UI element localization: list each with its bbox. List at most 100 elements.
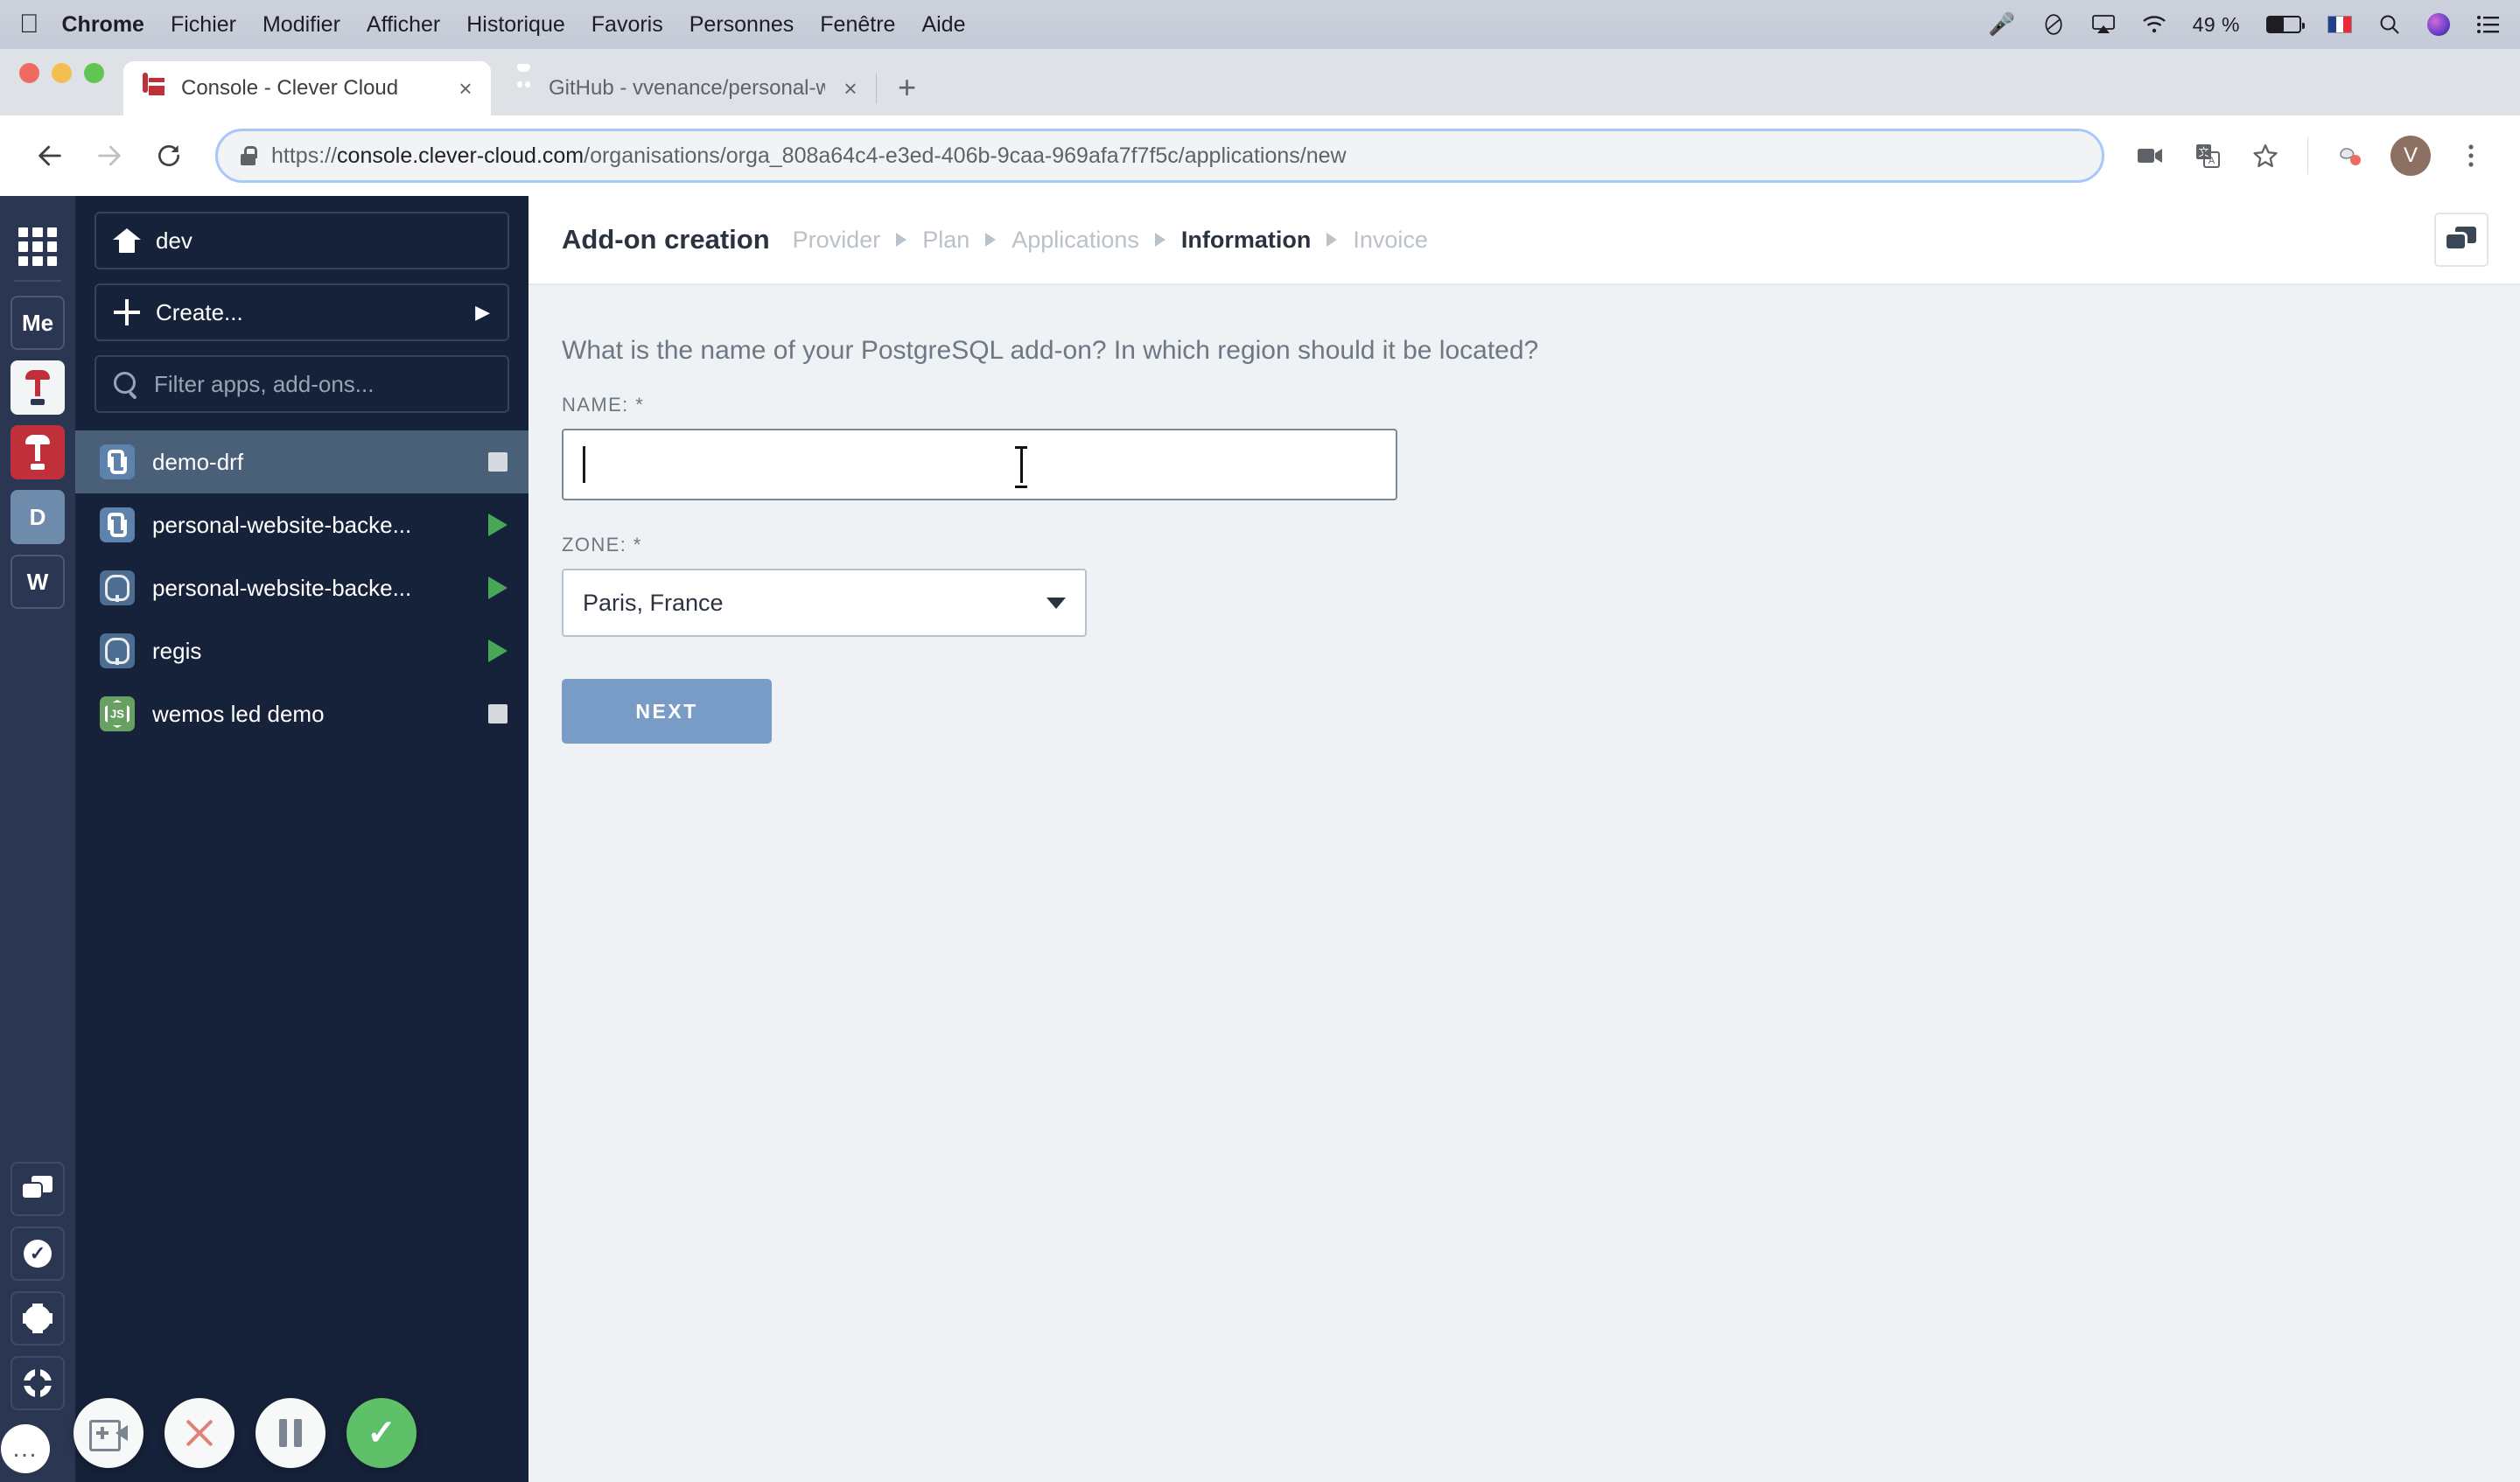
- tab-close-icon[interactable]: ×: [452, 75, 479, 102]
- battery-icon[interactable]: [2266, 16, 2305, 33]
- control-center-icon[interactable]: [2476, 15, 2501, 34]
- app-name: demo-drf: [152, 448, 244, 475]
- list-item[interactable]: personal-website-backe...: [75, 556, 528, 619]
- name-input[interactable]: [562, 429, 1397, 500]
- window-close-button[interactable]: [19, 62, 39, 83]
- cancel-recording-button[interactable]: [164, 1398, 234, 1468]
- forward-arrow-icon[interactable]: [82, 129, 136, 183]
- tab-strip: Console - Clever Cloud × GitHub - vvenan…: [0, 49, 2520, 115]
- apple-logo-icon[interactable]: : [19, 11, 39, 38]
- gear-icon: [24, 1305, 51, 1332]
- pause-icon: [279, 1419, 302, 1447]
- translate-icon[interactable]: 文A: [2181, 129, 2234, 182]
- next-button[interactable]: NEXT: [562, 679, 772, 744]
- checkmark-icon: ✓: [367, 1414, 396, 1452]
- screen-recorder-toolbar: ✓: [74, 1398, 416, 1468]
- postgresql-addon-icon: [100, 633, 135, 668]
- menu-item-favoris[interactable]: Favoris: [592, 12, 663, 38]
- more-options-fab[interactable]: …: [1, 1424, 50, 1473]
- airplay-icon[interactable]: [2091, 14, 2116, 35]
- address-bar[interactable]: https://console.clever-cloud.com/organis…: [215, 129, 2104, 183]
- menu-item-fenetre[interactable]: Fenêtre: [820, 12, 895, 38]
- org-home-button[interactable]: dev: [94, 212, 509, 269]
- profile-avatar[interactable]: V: [2390, 136, 2431, 176]
- rail-button-status[interactable]: ✓: [10, 1227, 65, 1281]
- close-x-icon: [184, 1417, 215, 1449]
- breadcrumb-step-applications[interactable]: Applications: [1012, 227, 1139, 254]
- tab-title: GitHub - vvenance/personal-w: [549, 76, 825, 100]
- application-list: demo-drf personal-website-backe... perso…: [75, 430, 528, 745]
- breadcrumb: Provider Plan Applications Information I…: [793, 227, 1428, 254]
- menu-item-historique[interactable]: Historique: [466, 12, 565, 38]
- svg-text:A: A: [2208, 156, 2216, 166]
- new-tab-button[interactable]: +: [877, 72, 937, 115]
- rail-button-settings[interactable]: [10, 1291, 65, 1346]
- microphone-icon[interactable]: 🎤: [1988, 12, 2015, 38]
- breadcrumb-step-information[interactable]: Information: [1181, 227, 1312, 254]
- finish-recording-button[interactable]: ✓: [346, 1398, 416, 1468]
- breadcrumb-separator-icon: [1154, 233, 1166, 247]
- menu-item-fichier[interactable]: Fichier: [171, 12, 236, 38]
- do-not-disturb-icon[interactable]: [2042, 13, 2065, 36]
- page-viewport: Me D W ✓ … dev Create... ▶ Filter apps, …: [0, 196, 2520, 1482]
- star-bookmark-icon[interactable]: [2239, 129, 2292, 182]
- menu-item-aide[interactable]: Aide: [921, 12, 965, 38]
- filter-input[interactable]: Filter apps, add-ons...: [94, 355, 509, 413]
- create-button[interactable]: Create... ▶: [94, 283, 509, 341]
- breadcrumb-separator-icon: [896, 233, 907, 247]
- python-app-icon: [100, 444, 135, 479]
- content-header: Add-on creation Provider Plan Applicatio…: [528, 196, 2520, 285]
- check-circle-icon: ✓: [24, 1240, 52, 1268]
- menu-item-modifier[interactable]: Modifier: [262, 12, 340, 38]
- list-item[interactable]: personal-website-backe...: [75, 493, 528, 556]
- org-tile-me[interactable]: Me: [10, 296, 65, 350]
- form-question: What is the name of your PostgreSQL add-…: [562, 336, 1539, 365]
- menu-item-afficher[interactable]: Afficher: [367, 12, 440, 38]
- rail-button-chat[interactable]: [10, 1162, 65, 1216]
- apps-grid-icon[interactable]: [18, 227, 57, 266]
- spotlight-search-icon[interactable]: [2378, 13, 2401, 36]
- back-arrow-icon[interactable]: [23, 129, 77, 183]
- breadcrumb-step-plan[interactable]: Plan: [922, 227, 970, 254]
- zone-select[interactable]: Paris, France: [562, 569, 1087, 637]
- list-item[interactable]: wemos led demo: [75, 682, 528, 745]
- rail-button-help[interactable]: [10, 1356, 65, 1410]
- add-video-button[interactable]: [74, 1398, 144, 1468]
- breadcrumb-step-invoice[interactable]: Invoice: [1353, 227, 1428, 254]
- window-maximize-button[interactable]: [84, 62, 104, 83]
- extension-icon[interactable]: [2324, 129, 2376, 182]
- org-tile-label: Me: [21, 309, 54, 336]
- addon-creation-form: What is the name of your PostgreSQL add-…: [528, 285, 2520, 1482]
- org-rail: Me D W ✓ …: [0, 196, 75, 1482]
- list-item[interactable]: demo-drf: [75, 430, 528, 493]
- three-dot-menu-icon[interactable]: [2445, 129, 2497, 182]
- siri-icon[interactable]: [2427, 13, 2450, 36]
- org-tile-label: D: [29, 503, 46, 530]
- org-tile-clever-white[interactable]: [10, 360, 65, 415]
- wifi-icon[interactable]: [2142, 15, 2166, 34]
- tab-close-icon[interactable]: ×: [837, 75, 864, 102]
- org-tile-dev[interactable]: D: [10, 490, 65, 544]
- breadcrumb-step-provider[interactable]: Provider: [793, 227, 881, 254]
- menu-item-personnes[interactable]: Personnes: [690, 12, 794, 38]
- clever-cloud-logo-icon: [24, 435, 51, 470]
- org-tile-clever-red[interactable]: [10, 425, 65, 479]
- reload-icon[interactable]: [142, 129, 196, 183]
- video-camera-icon[interactable]: [2124, 129, 2176, 182]
- create-label: Create...: [156, 298, 243, 325]
- page-title: Add-on creation: [562, 224, 770, 255]
- required-marker: *: [633, 534, 642, 556]
- name-label-text: NAME:: [562, 394, 629, 416]
- main-content: Add-on creation Provider Plan Applicatio…: [528, 196, 2520, 1482]
- list-item[interactable]: regis: [75, 619, 528, 682]
- menu-item-chrome[interactable]: Chrome: [62, 12, 144, 38]
- mouse-ibeam-cursor: [1015, 446, 1027, 488]
- french-flag-icon[interactable]: [2328, 16, 2352, 33]
- window-minimize-button[interactable]: [52, 62, 72, 83]
- tab-github[interactable]: GitHub - vvenance/personal-w ×: [491, 61, 876, 115]
- feedback-button[interactable]: [2434, 213, 2488, 267]
- chevron-down-icon: [1046, 597, 1066, 609]
- pause-recording-button[interactable]: [256, 1398, 326, 1468]
- tab-console-clever-cloud[interactable]: Console - Clever Cloud ×: [123, 61, 491, 115]
- org-tile-w[interactable]: W: [10, 555, 65, 609]
